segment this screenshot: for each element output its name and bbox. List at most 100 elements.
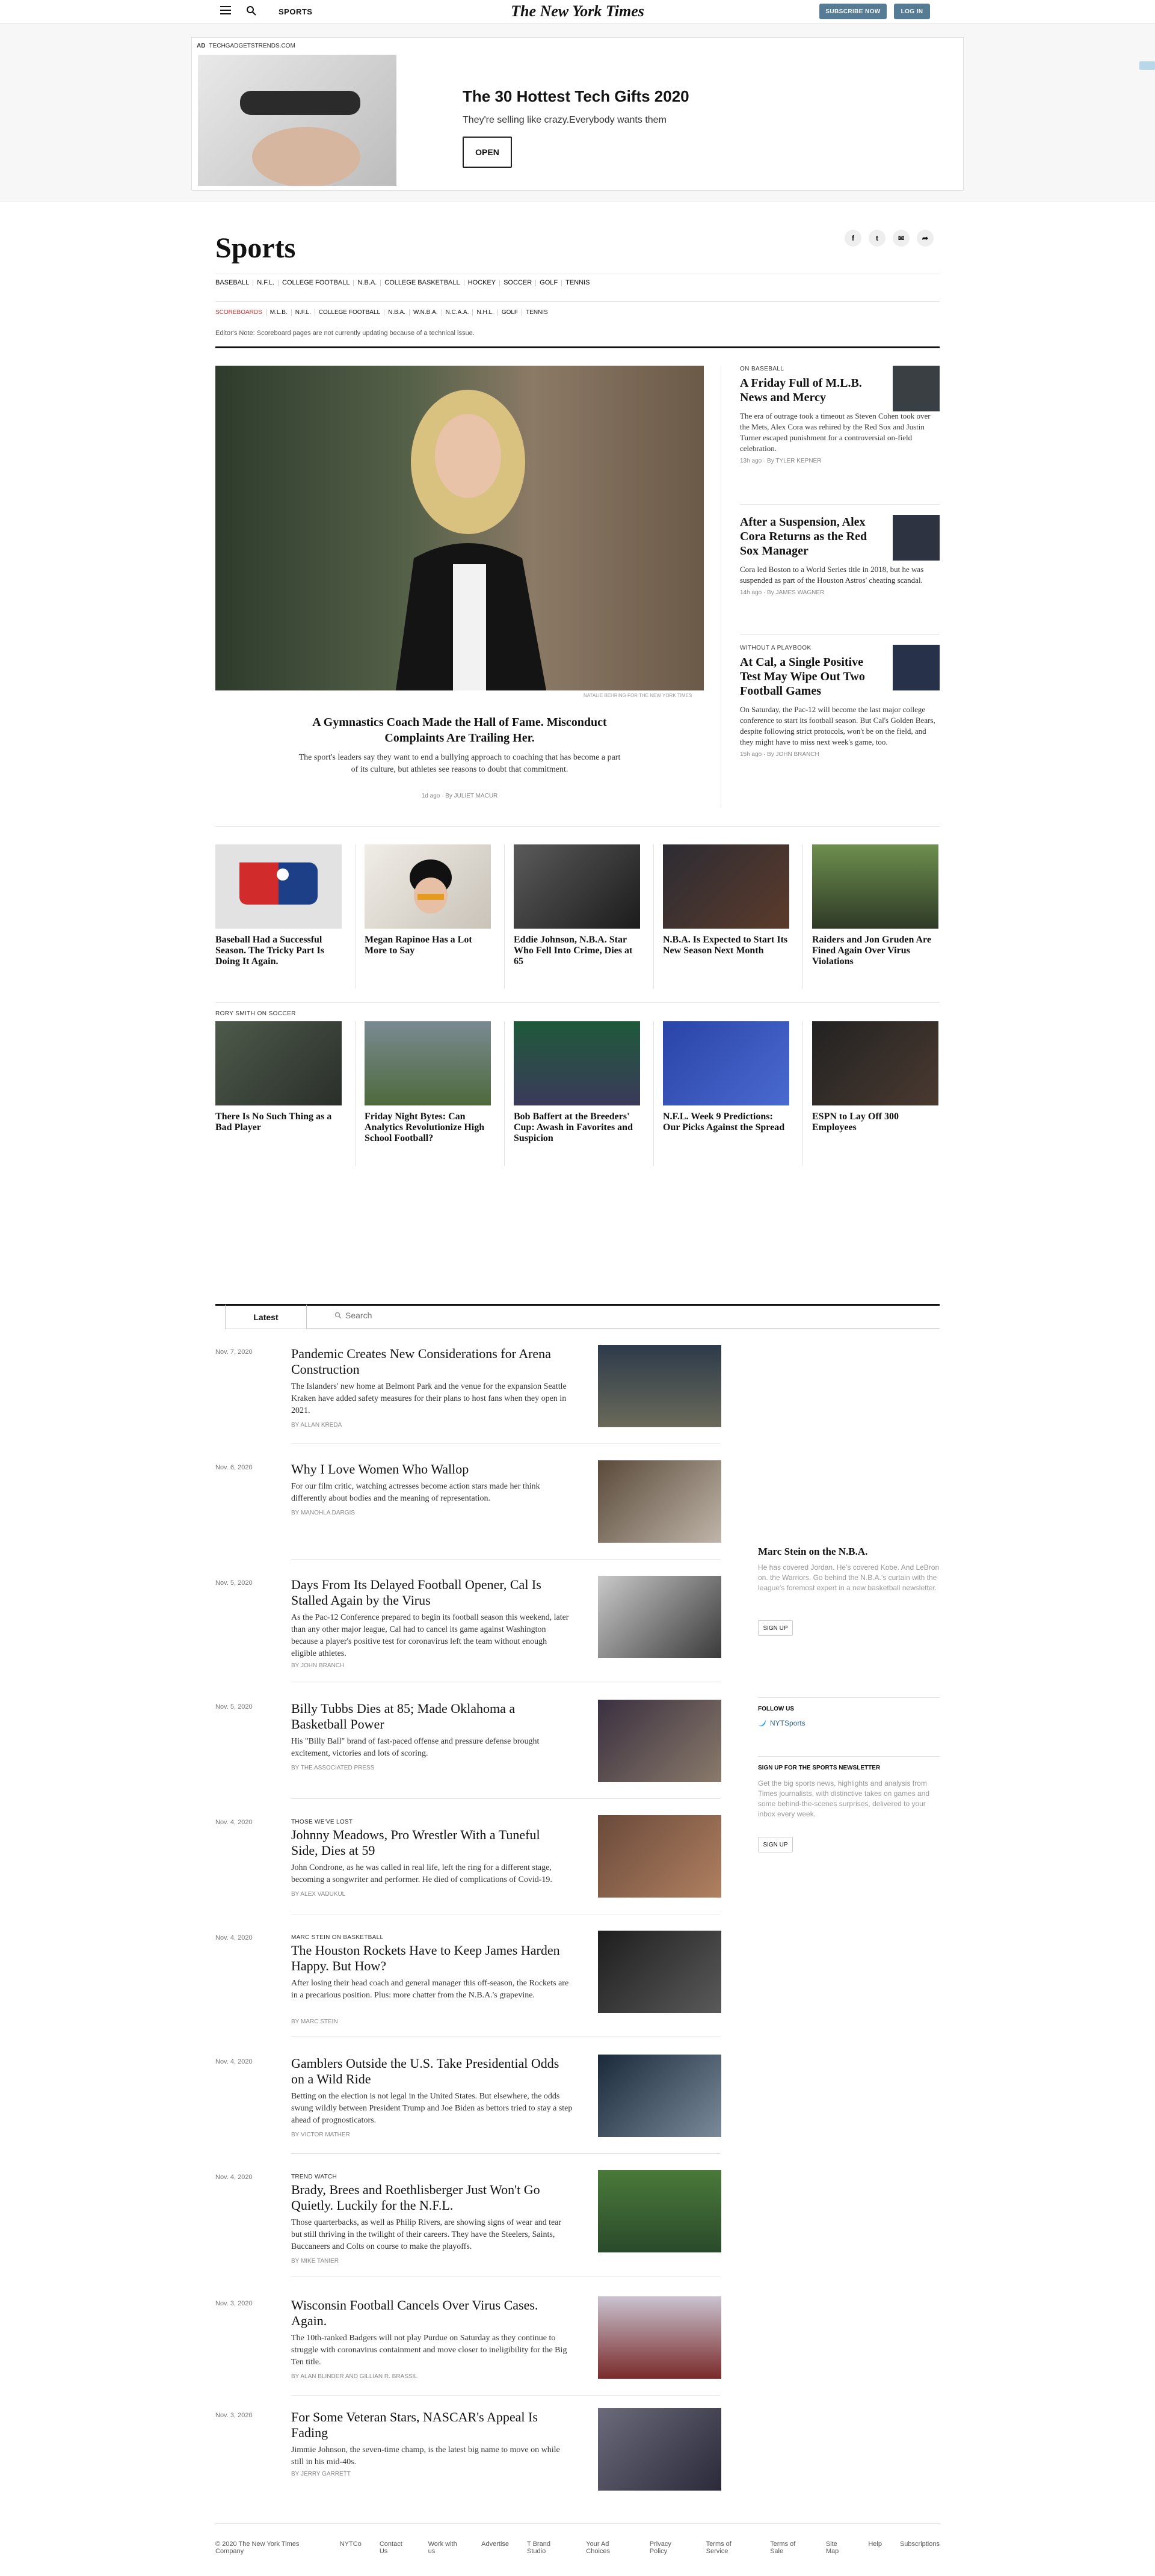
latest-story[interactable]: Nov. 6, 2020 Why I Love Women Who Wallop… [215,1460,721,1560]
lead-headline[interactable]: A Gymnastics Coach Made the Hall of Fame… [297,715,622,746]
story-thumbnail[interactable] [598,1345,721,1427]
latest-story[interactable]: Nov. 5, 2020 Days From Its Delayed Footb… [215,1576,721,1682]
ad-image[interactable] [198,55,396,187]
story-image[interactable] [812,844,938,929]
scoreboard-item[interactable]: M.L.B. [266,309,292,316]
story-headline[interactable]: A Friday Full of M.L.B. News and Mercy [740,376,884,405]
latest-story[interactable]: Nov. 7, 2020 Pandemic Creates New Consid… [215,1345,721,1444]
story-thumbnail[interactable] [598,2408,721,2491]
latest-story[interactable]: Nov. 4, 2020 MARC STEIN ON BASKETBALL Th… [215,1931,721,2037]
story-headline[interactable]: N.B.A. Is Expected to Start Its New Seas… [663,935,789,956]
footer-link[interactable]: Terms of Service [706,2541,752,2555]
ad-open-button[interactable]: OPEN [463,137,512,168]
login-button[interactable]: LOG IN [894,4,930,19]
story-card[interactable]: Eddie Johnson, N.B.A. Star Who Fell Into… [514,844,640,967]
latest-story[interactable]: Nov. 3, 2020 Wisconsin Football Cancels … [215,2296,721,2396]
story-image[interactable] [663,844,789,929]
scoreboard-item[interactable]: N.B.A. [384,309,410,316]
story-headline[interactable]: Friday Night Bytes: Can Analytics Revolu… [365,1111,491,1144]
tab-latest[interactable]: Latest [225,1304,307,1329]
story-thumbnail[interactable] [598,1700,721,1782]
story-card[interactable]: N.B.A. Is Expected to Start Its New Seas… [663,844,789,956]
ad-box[interactable]: AD TECHGADGETSTRENDS.COM The 30 Hottest T… [191,37,964,191]
story-headline[interactable]: At Cal, a Single Positive Test May Wipe … [740,655,884,698]
story-thumbnail[interactable] [598,2055,721,2137]
story-image[interactable] [514,844,640,929]
story-image[interactable] [365,1021,491,1105]
twitter-handle[interactable]: NYTSports [770,1719,805,1727]
ad-choices-icon[interactable] [1139,61,1155,70]
footer-link[interactable]: Work with us [428,2541,464,2555]
twitter-icon[interactable] [758,1719,766,1727]
footer-link[interactable]: Terms of Sale [770,2541,808,2555]
footer-link[interactable]: Privacy Policy [650,2541,688,2555]
footer-link[interactable]: Help [868,2541,882,2555]
story-headline[interactable]: The Houston Rockets Have to Keep James H… [291,1943,562,1974]
story-card[interactable]: N.F.L. Week 9 Predictions: Our Picks Aga… [663,1021,789,1133]
story-card[interactable]: There Is No Such Thing as a Bad Player [215,1021,342,1133]
story-headline[interactable]: Johnny Meadows, Pro Wrestler With a Tune… [291,1827,562,1858]
story-headline[interactable]: After a Suspension, Alex Cora Returns as… [740,515,884,558]
menu-icon[interactable] [220,6,231,16]
story-headline[interactable]: There Is No Such Thing as a Bad Player [215,1111,342,1133]
story-thumbnail[interactable] [893,515,940,561]
signup-button[interactable]: SIGN UP [758,1837,793,1852]
nav-item[interactable]: HOCKEY [464,280,500,286]
story-thumbnail[interactable] [598,2170,721,2252]
story-headline[interactable]: Baseball Had a Successful Season. The Tr… [215,935,342,967]
story-headline[interactable]: Gamblers Outside the U.S. Take President… [291,2056,562,2087]
story-headline[interactable]: Wisconsin Football Cancels Over Virus Ca… [291,2298,562,2329]
story-headline[interactable]: ESPN to Lay Off 300 Employees [812,1111,938,1133]
email-icon[interactable]: ✉ [893,230,910,247]
story-card[interactable]: Raiders and Jon Gruden Are Fined Again O… [812,844,938,967]
story-headline[interactable]: Why I Love Women Who Wallop [291,1462,562,1477]
story-thumbnail[interactable] [598,1460,721,1543]
nyt-logo[interactable]: The New York Times [493,2,662,20]
story-card[interactable]: Baseball Had a Successful Season. The Tr… [215,844,342,967]
story-headline[interactable]: Billy Tubbs Dies at 85; Made Oklahoma a … [291,1701,562,1732]
story-thumbnail[interactable] [598,1576,721,1658]
latest-story[interactable]: Nov. 4, 2020 TREND WATCH Brady, Brees an… [215,2170,721,2276]
nav-item[interactable]: GOLF [536,280,562,286]
story-headline[interactable]: Megan Rapinoe Has a Lot More to Say [365,935,491,956]
latest-story[interactable]: Nov. 3, 2020 For Some Veteran Stars, NAS… [215,2408,721,2491]
nav-item[interactable]: SOCCER [500,280,537,286]
footer-link[interactable]: Contact Us [380,2541,410,2555]
story-card[interactable]: Megan Rapinoe Has a Lot More to Say [365,844,491,956]
ad-title[interactable]: The 30 Hottest Tech Gifts 2020 [463,87,689,106]
footer-link[interactable]: T Brand Studio [527,2541,568,2555]
story-thumbnail[interactable] [893,366,940,411]
signup-button[interactable]: SIGN UP [758,1620,793,1636]
nav-item[interactable]: BASEBALL [215,280,254,286]
newsletter-title[interactable]: Marc Stein on the N.B.A. [758,1546,940,1558]
scoreboard-item[interactable]: N.C.A.A. [442,309,473,316]
right-story-3[interactable]: WITHOUT A PLAYBOOK At Cal, a Single Posi… [740,645,940,758]
latest-story[interactable]: Nov. 4, 2020 THOSE WE'VE LOST Johnny Mea… [215,1815,721,1914]
story-image[interactable] [365,844,491,929]
search-icon[interactable] [246,5,257,16]
story-headline[interactable]: Bob Baffert at the Breeders' Cup: Awash … [514,1111,640,1144]
story-thumbnail[interactable] [598,1815,721,1898]
scoreboard-item[interactable]: N.F.L. [292,309,315,316]
scoreboard-item[interactable]: W.N.B.A. [410,309,442,316]
subscribe-button[interactable]: SUBSCRIBE NOW [819,4,887,19]
story-headline[interactable]: Raiders and Jon Gruden Are Fined Again O… [812,935,938,967]
nav-item[interactable]: COLLEGE FOOTBALL [279,280,354,286]
story-headline[interactable]: N.F.L. Week 9 Predictions: Our Picks Aga… [663,1111,789,1133]
story-headline[interactable]: Pandemic Creates New Considerations for … [291,1346,562,1377]
scoreboards-label[interactable]: SCOREBOARDS [215,309,266,316]
story-thumbnail[interactable] [893,645,940,690]
story-card[interactable]: Friday Night Bytes: Can Analytics Revolu… [365,1021,491,1144]
story-thumbnail[interactable] [598,2296,721,2379]
footer-link[interactable]: Your Ad Choices [586,2541,632,2555]
scoreboard-item[interactable]: COLLEGE FOOTBALL [315,309,385,316]
right-story-2[interactable]: After a Suspension, Alex Cora Returns as… [740,515,940,596]
story-card[interactable]: Bob Baffert at the Breeders' Cup: Awash … [514,1021,640,1144]
search-input[interactable] [345,1309,526,1322]
footer-link[interactable]: Advertise [481,2541,509,2555]
story-headline[interactable]: Days From Its Delayed Football Opener, C… [291,1577,562,1608]
story-image[interactable] [514,1021,640,1105]
scoreboard-item[interactable]: TENNIS [522,309,552,316]
story-headline[interactable]: For Some Veteran Stars, NASCAR's Appeal … [291,2409,562,2441]
nav-item[interactable]: N.F.L. [253,280,279,286]
